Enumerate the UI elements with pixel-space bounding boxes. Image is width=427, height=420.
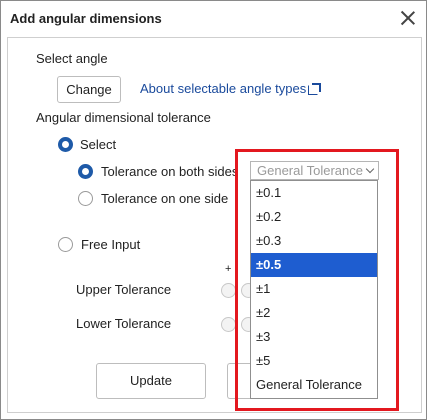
dropdown-option[interactable]: General Tolerance: [251, 373, 377, 397]
select-angle-label: Select angle: [36, 51, 108, 66]
change-button[interactable]: Change: [57, 76, 121, 103]
one-side-label: Tolerance on one side: [101, 191, 229, 206]
select-radio-label: Select: [80, 137, 117, 152]
close-icon[interactable]: [399, 9, 417, 27]
select-radio[interactable]: [58, 137, 73, 152]
angle-types-link-text[interactable]: About selectable angle types: [140, 81, 306, 96]
dropdown-option[interactable]: ±0.3: [251, 229, 377, 253]
chevron-down-icon: [365, 164, 375, 174]
tolerance-dropdown[interactable]: General Tolerance: [250, 161, 379, 180]
dialog: Add angular dimensions Select angle Chan…: [0, 0, 427, 420]
upper-plus-radio[interactable]: [221, 283, 236, 298]
dropdown-option[interactable]: ±0.1: [251, 181, 377, 205]
one-side-radio[interactable]: [78, 191, 93, 206]
dropdown-option[interactable]: ±0.2: [251, 205, 377, 229]
lower-tolerance-label: Lower Tolerance: [76, 316, 172, 331]
dropdown-option[interactable]: ±3: [251, 325, 377, 349]
dropdown-option[interactable]: ±1: [251, 277, 377, 301]
title-bar: Add angular dimensions: [1, 1, 426, 35]
upper-tolerance-label: Upper Tolerance: [76, 282, 172, 297]
both-sides-radio[interactable]: [78, 164, 93, 179]
both-sides-label: Tolerance on both sides: [101, 164, 239, 179]
dropdown-option[interactable]: ±5: [251, 349, 377, 373]
dropdown-option[interactable]: ±2: [251, 301, 377, 325]
tolerance-section-label: Angular dimensional tolerance: [36, 110, 211, 125]
free-input-label: Free Input: [81, 237, 141, 252]
tolerance-dropdown-value: General Tolerance: [257, 163, 363, 178]
update-button[interactable]: Update: [96, 363, 206, 399]
lower-plus-radio[interactable]: [221, 317, 236, 332]
dropdown-option-selected[interactable]: ±0.5: [251, 253, 377, 277]
dialog-title: Add angular dimensions: [10, 11, 162, 26]
free-input-radio[interactable]: [58, 237, 73, 252]
tolerance-options-list: ±0.1 ±0.2 ±0.3 ±0.5 ±1 ±2 ±3 ±5 General …: [250, 180, 378, 399]
angle-types-link[interactable]: About selectable angle types: [140, 81, 322, 96]
external-link-icon: [308, 83, 322, 95]
plus-minus-header: + -: [225, 263, 239, 275]
